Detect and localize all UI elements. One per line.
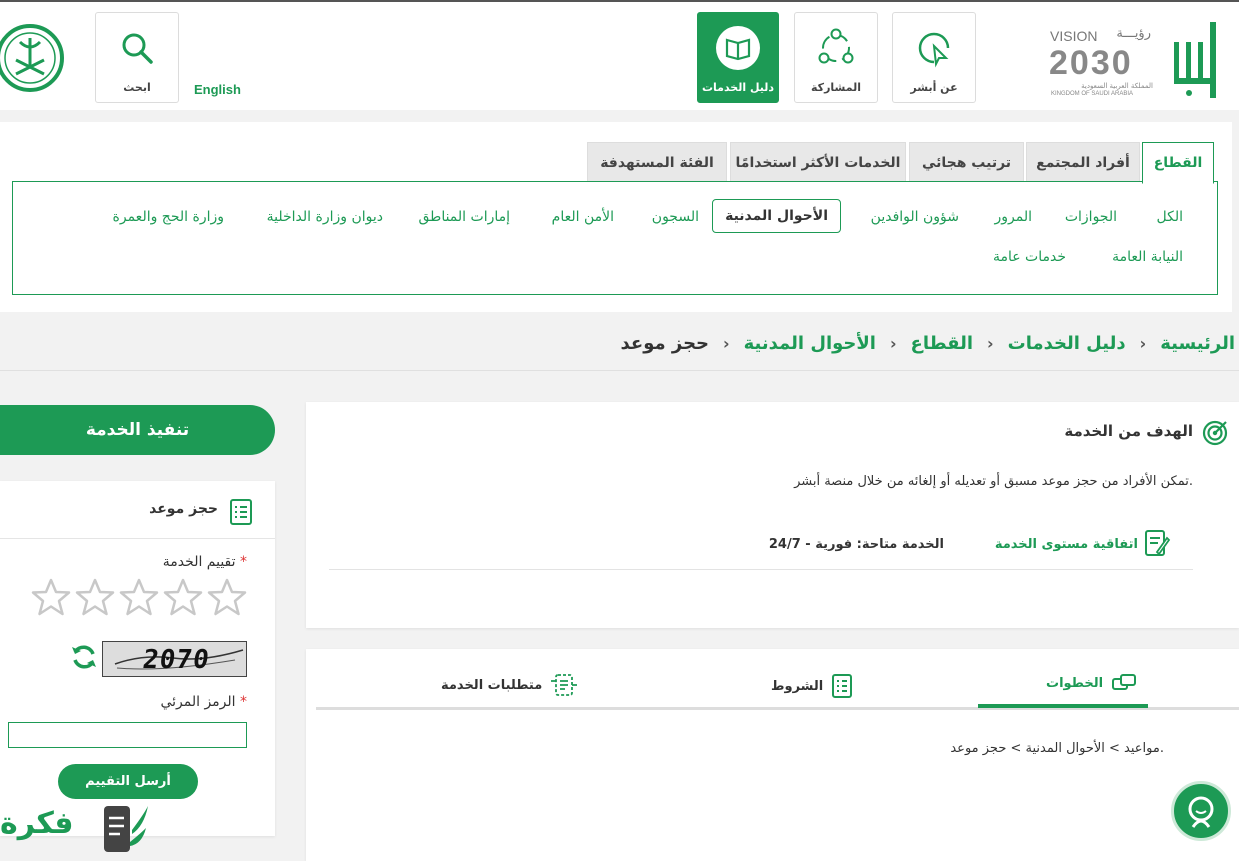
- tab-conditions[interactable]: الشروط: [771, 673, 853, 699]
- pointer-icon: [911, 25, 957, 71]
- nav-label: المشاركة: [811, 81, 861, 94]
- checklist-icon: [831, 673, 853, 699]
- sector-list: الكل الجوازات المرور شؤون الوافدين الأحو…: [12, 181, 1218, 295]
- vision-kingdom-ar: المملكة العربية السعودية: [1081, 82, 1153, 90]
- steps-icon: [1111, 673, 1137, 693]
- form-icon: [229, 498, 253, 526]
- tab-alphabetical[interactable]: ترتيب هجائي: [909, 142, 1024, 182]
- breadcrumb-separator: ›: [987, 334, 994, 353]
- sector-regional-emirates[interactable]: إمارات المناطق: [419, 209, 511, 225]
- sector-civil-affairs[interactable]: الأحوال المدنية: [712, 199, 841, 233]
- divider: [0, 538, 275, 539]
- tab-label: الخطوات: [1046, 675, 1104, 691]
- booking-card: حجز موعد تقييم الخدمة * 2070 الرمز المرئ…: [0, 481, 275, 836]
- execute-service-button[interactable]: تنفيذ الخدمة: [0, 405, 275, 455]
- star-icon[interactable]: [75, 577, 115, 617]
- nav-participation[interactable]: المشاركة: [794, 12, 878, 103]
- vision-arabic: رؤيـــة: [1116, 26, 1151, 41]
- breadcrumb-separator: ›: [723, 334, 730, 353]
- sectors-panel: القطاع أفراد المجتمع ترتيب هجائي الخدمات…: [0, 122, 1232, 312]
- captcha-code-label: الرمز المرئي *: [160, 694, 247, 710]
- saudi-emblem-logo[interactable]: [0, 22, 66, 94]
- tab-steps[interactable]: الخطوات: [1046, 673, 1137, 693]
- star-icon[interactable]: [163, 577, 203, 617]
- sector-public-prosecution[interactable]: النيابة العامة: [1112, 249, 1183, 265]
- breadcrumb-home[interactable]: الرئيسية: [1160, 333, 1235, 354]
- book-icon: [715, 25, 761, 71]
- requirements-icon: [550, 673, 578, 697]
- breadcrumb-sector[interactable]: القطاع: [911, 333, 973, 354]
- sector-expatriates[interactable]: شؤون الوافدين: [871, 209, 959, 225]
- refresh-captcha-icon[interactable]: [70, 643, 98, 671]
- tab-community-members[interactable]: أفراد المجتمع: [1026, 142, 1140, 182]
- sla-link[interactable]: اتفاقية مستوى الخدمة: [995, 537, 1138, 552]
- tab-target-group[interactable]: الفئة المستهدفة: [587, 142, 727, 182]
- required-mark: *: [240, 694, 247, 710]
- network-icon: [813, 25, 859, 71]
- divider: [0, 370, 1239, 371]
- tab-most-used[interactable]: الخدمات الأكثر استخدامًا: [730, 142, 906, 182]
- vision-year: 2030: [1049, 44, 1133, 82]
- required-mark: *: [240, 554, 247, 570]
- vision-word: VISION: [1050, 28, 1098, 44]
- header: ابحث English دليل الخدمات المشاركة عن أب…: [0, 0, 1239, 110]
- sector-passports[interactable]: الجوازات: [1065, 209, 1117, 225]
- star-icon[interactable]: [119, 577, 159, 617]
- breadcrumb-separator: ›: [1139, 334, 1147, 353]
- tab-requirements[interactable]: متطلبات الخدمة: [441, 673, 578, 697]
- breadcrumb-separator: ›: [889, 334, 897, 353]
- send-rating-button[interactable]: أرسل التقييم: [58, 764, 198, 799]
- sector-prisons[interactable]: السجون: [652, 209, 699, 225]
- service-details-card: الخطوات الشروط متطلبات الخدمة مواعيد > ا…: [306, 649, 1239, 861]
- captcha-input[interactable]: [8, 722, 247, 748]
- sector-public-security[interactable]: الأمن العام: [552, 209, 614, 225]
- breadcrumb-current: حجز موعد: [620, 333, 710, 354]
- star-icon[interactable]: [31, 577, 71, 617]
- watermark-text: فكرة: [0, 806, 74, 841]
- target-icon: [1201, 419, 1229, 447]
- tab-sector[interactable]: القطاع: [1142, 142, 1214, 184]
- star-icon[interactable]: [207, 577, 247, 617]
- rating-label-text: تقييم الخدمة: [162, 554, 236, 570]
- sector-interior-ministry[interactable]: ديوان وزارة الداخلية: [267, 209, 383, 225]
- language-link[interactable]: English: [194, 82, 241, 97]
- service-goal-card: الهدف من الخدمة تمكن الأفراد من حجز موعد…: [306, 402, 1239, 628]
- booking-title: حجز موعد: [149, 501, 218, 517]
- tab-label: متطلبات الخدمة: [441, 677, 543, 693]
- vision-kingdom-en: KINGDOM OF SAUDI ARABIA: [1051, 91, 1134, 97]
- watermark: فكرة: [0, 800, 155, 861]
- breadcrumb-services-guide[interactable]: دليل الخدمات: [1008, 333, 1126, 354]
- search-button[interactable]: ابحث: [95, 12, 179, 103]
- breadcrumb: الرئيسية › دليل الخدمات › القطاع › الأحو…: [621, 333, 1236, 354]
- search-icon: [114, 25, 160, 71]
- nav-services-guide[interactable]: دليل الخدمات: [697, 12, 779, 103]
- steps-text: مواعيد > الأحوال المدنية > حجز موعد.: [950, 741, 1164, 756]
- divider: [329, 569, 1193, 570]
- goal-text: تمكن الأفراد من حجز موعد مسبق أو تعديله …: [794, 474, 1193, 489]
- document-leaf-icon: [100, 802, 152, 860]
- captcha-code: 2070: [140, 645, 212, 675]
- nav-label: دليل الخدمات: [701, 81, 775, 94]
- sector-traffic[interactable]: المرور: [995, 209, 1033, 225]
- captcha-image: 2070: [102, 641, 247, 677]
- absher-logo[interactable]: [1168, 20, 1220, 102]
- tab-label: الشروط: [771, 678, 824, 694]
- nav-label: عن أبشر: [910, 81, 958, 94]
- document-sign-icon: [1143, 528, 1171, 558]
- breadcrumb-civil-affairs[interactable]: الأحوال المدنية: [744, 333, 876, 354]
- availability-text: الخدمة متاحة: فورية - 24/7: [768, 537, 944, 552]
- active-tab-indicator: [978, 704, 1148, 708]
- code-label-text: الرمز المرئي: [160, 694, 236, 710]
- sector-all[interactable]: الكل: [1157, 209, 1184, 225]
- sector-general-services[interactable]: خدمات عامة: [993, 249, 1066, 265]
- search-label: ابحث: [123, 81, 151, 94]
- sector-hajj-umrah[interactable]: وزارة الحج والعمرة: [113, 209, 224, 225]
- chatbot-icon: [1183, 793, 1219, 829]
- vision-2030-logo: VISION رؤيـــة 2030 المملكة العربية السع…: [1047, 24, 1155, 100]
- rating-label: تقييم الخدمة *: [163, 554, 247, 570]
- nav-about-absher[interactable]: عن أبشر: [892, 12, 976, 103]
- star-rating[interactable]: [31, 577, 247, 617]
- goal-title: الهدف من الخدمة: [1064, 422, 1193, 440]
- chatbot-button[interactable]: [1171, 781, 1231, 841]
